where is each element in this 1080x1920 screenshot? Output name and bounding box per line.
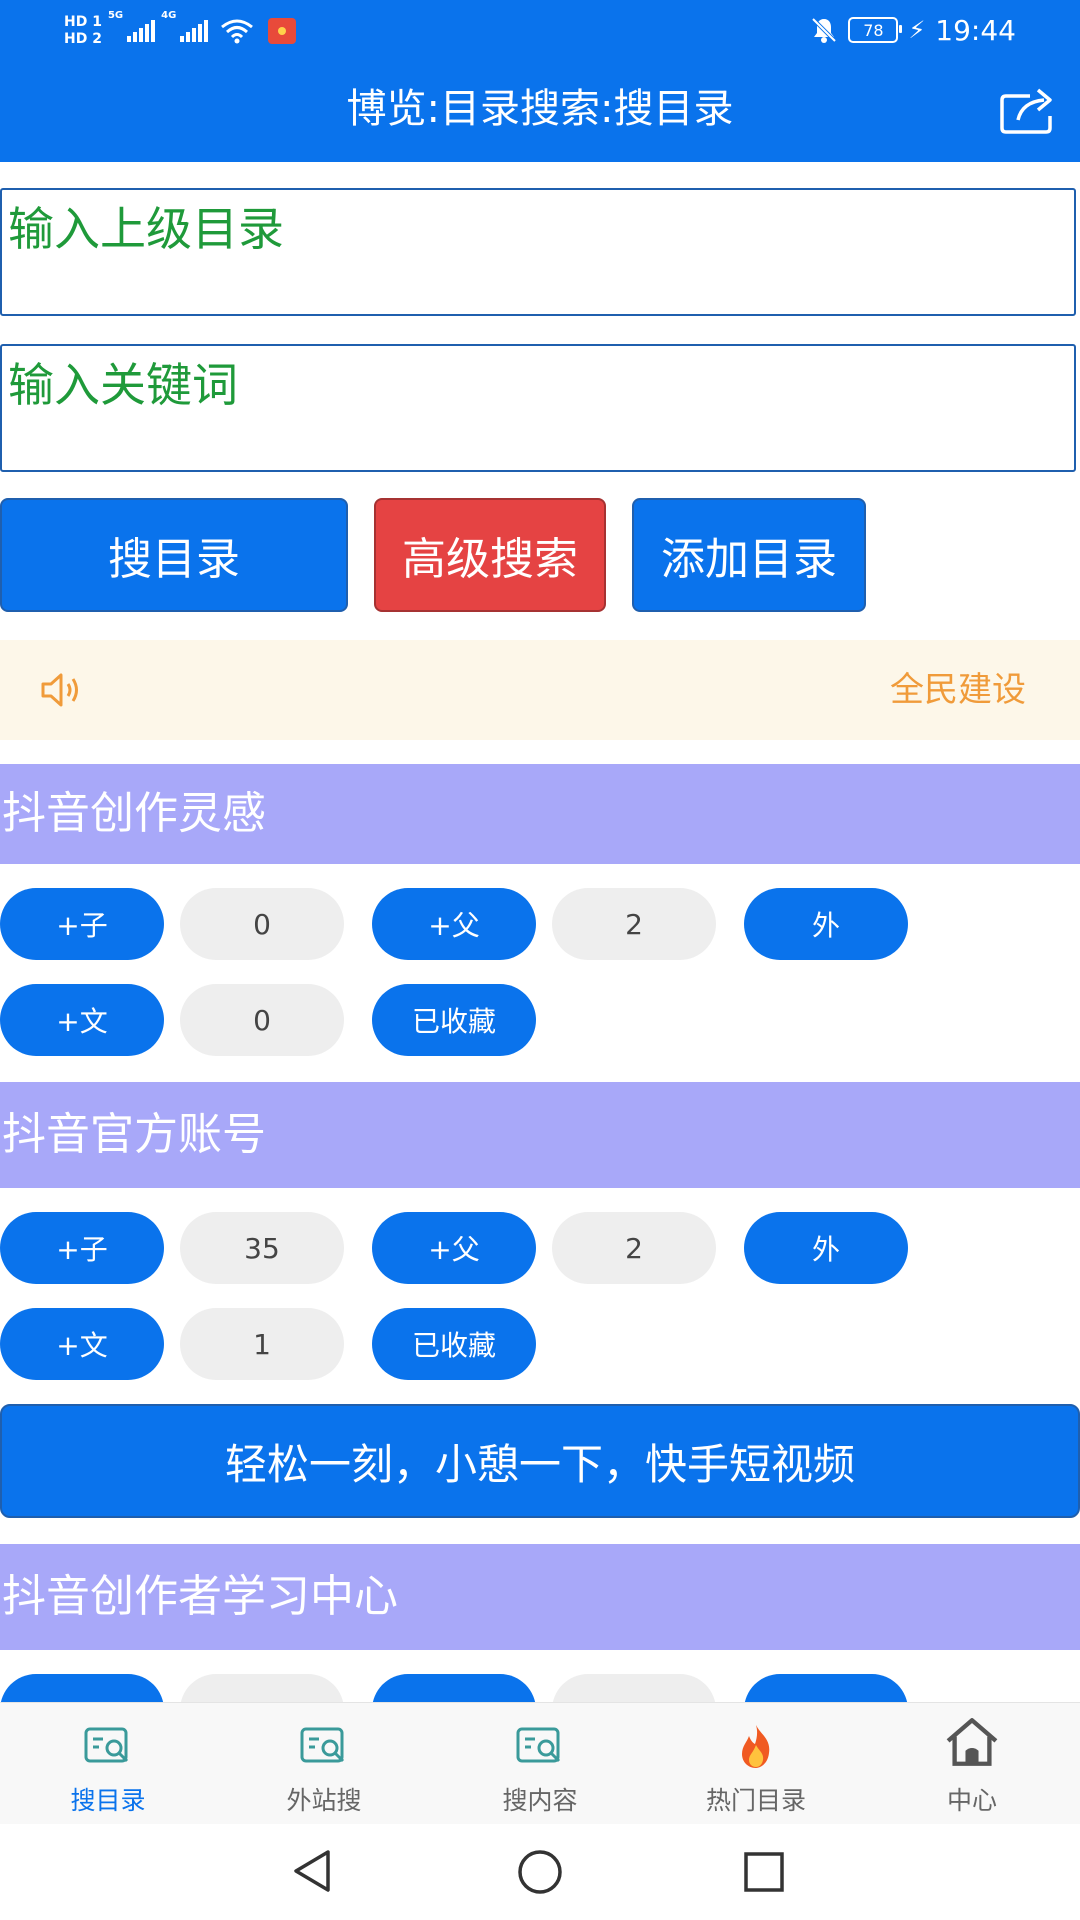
nav-label: 搜内容: [502, 1786, 578, 1815]
clock: 19:44: [935, 13, 1016, 47]
notification-app-icon: [268, 18, 297, 44]
page-title: 博览:目录搜索:搜目录: [346, 86, 734, 132]
system-nav-bar: [0, 1824, 1080, 1920]
nav-item-hot-dirs[interactable]: 热门目录: [648, 1703, 864, 1825]
hd2-label: HD 2: [64, 31, 102, 47]
mute-bell-icon: [812, 17, 837, 43]
child-count[interactable]: [180, 1674, 344, 1702]
back-icon[interactable]: [290, 1848, 336, 1894]
child-count[interactable]: 35: [180, 1212, 344, 1284]
app-header: HD 1 HD 2 5G 4G 78 ⚡ 19:44 博览:目录搜索:搜目录: [0, 0, 1080, 162]
status-bar-left: HD 1 HD 2 5G 4G: [64, 6, 297, 56]
add-child-button[interactable]: +子: [0, 1212, 164, 1284]
share-icon: [1000, 88, 1052, 134]
category-title[interactable]: 抖音创作者学习中心: [0, 1544, 1080, 1650]
battery-level: 78: [863, 20, 884, 40]
hd1-label: HD 1: [64, 14, 102, 30]
child-count[interactable]: 0: [180, 888, 344, 960]
add-child-button[interactable]: +子: [0, 888, 164, 960]
keyword-field[interactable]: [0, 344, 1076, 472]
network-5g-label: 5G: [107, 10, 124, 21]
nav-item-external-search[interactable]: 外站搜: [216, 1703, 432, 1825]
notice-text: 全民建设: [890, 670, 1026, 710]
add-article-button[interactable]: +文: [0, 1308, 164, 1380]
fire-icon: [742, 1725, 770, 1768]
external-button[interactable]: 外: [744, 888, 908, 960]
bottom-nav: 搜目录 外站搜 搜内容 热门目录 中心: [0, 1702, 1080, 1825]
notice-bar[interactable]: 全民建设: [0, 640, 1080, 740]
favorited-button[interactable]: 已收藏: [372, 984, 536, 1056]
home-circle-icon[interactable]: [516, 1848, 564, 1896]
external-button[interactable]: [744, 1674, 908, 1702]
battery-icon: 78: [848, 17, 903, 43]
category-title[interactable]: 抖音官方账号: [0, 1082, 1080, 1188]
nav-label: 外站搜: [286, 1786, 362, 1815]
promo-banner[interactable]: 轻松一刻，小憩一下，快手短视频: [0, 1404, 1080, 1518]
nav-label: 中心: [946, 1786, 997, 1815]
add-parent-button[interactable]: +父: [372, 1212, 536, 1284]
partial-pill-row: [0, 1674, 1080, 1702]
parent-dir-field[interactable]: [0, 188, 1076, 316]
category-title[interactable]: 抖音创作灵感: [0, 764, 1080, 864]
parent-count[interactable]: 2: [552, 888, 716, 960]
charging-icon: ⚡: [908, 16, 926, 44]
keyword-input[interactable]: [2, 346, 1074, 424]
parent-count[interactable]: 2: [552, 1212, 716, 1284]
signal-icon: [127, 20, 156, 42]
speaker-icon: [41, 673, 78, 707]
favorited-button[interactable]: 已收藏: [372, 1308, 536, 1380]
external-button[interactable]: 外: [744, 1212, 908, 1284]
wifi-icon: [221, 19, 254, 44]
signal-icon: [180, 20, 209, 42]
article-count[interactable]: 1: [180, 1308, 344, 1380]
advanced-search-button[interactable]: 高级搜索: [374, 498, 606, 612]
add-child-button[interactable]: [0, 1674, 164, 1702]
nav-label: 热门目录: [705, 1786, 806, 1815]
parent-count[interactable]: [552, 1674, 716, 1702]
search-dir-button[interactable]: 搜目录: [0, 498, 348, 612]
add-dir-button[interactable]: 添加目录: [632, 498, 866, 612]
search-folder-icon: [516, 1727, 561, 1763]
nav-item-search-content[interactable]: 搜内容: [432, 1703, 648, 1825]
hd-indicator: HD 1 HD 2: [64, 14, 102, 48]
recents-icon[interactable]: [742, 1850, 786, 1894]
add-article-button[interactable]: +文: [0, 984, 164, 1056]
network-4g-label: 4G: [161, 10, 177, 21]
nav-item-search-dir[interactable]: 搜目录: [0, 1703, 216, 1825]
search-folder-icon: [84, 1727, 129, 1763]
article-count[interactable]: 0: [180, 984, 344, 1056]
parent-dir-input[interactable]: [2, 190, 1074, 268]
search-folder-icon: [300, 1727, 345, 1763]
add-parent-button[interactable]: [372, 1674, 536, 1702]
status-bar-right: 78 ⚡ 19:44: [810, 10, 1016, 50]
share-button[interactable]: [998, 84, 1058, 136]
nav-label: 搜目录: [70, 1786, 146, 1815]
add-parent-button[interactable]: +父: [372, 888, 536, 960]
home-icon: [946, 1718, 998, 1766]
nav-item-center[interactable]: 中心: [864, 1703, 1080, 1825]
